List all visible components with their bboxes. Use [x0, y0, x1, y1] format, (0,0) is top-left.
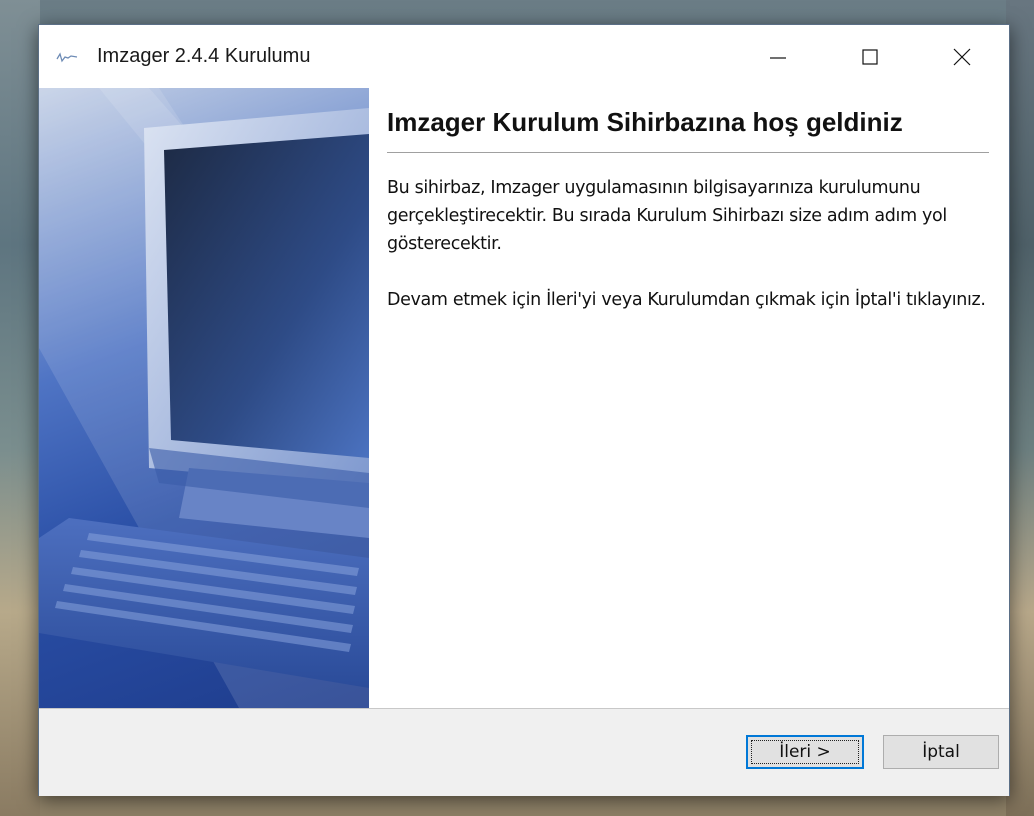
welcome-heading: Imzager Kurulum Sihirbazına hoş geldiniz: [387, 107, 903, 137]
minimize-icon: [770, 56, 786, 59]
welcome-content: Imzager Kurulum Sihirbazına hoş geldiniz…: [369, 88, 1009, 708]
close-button[interactable]: [916, 25, 1008, 88]
intro-paragraph: Bu sihirbaz, Imzager uygulamasının bilgi…: [387, 178, 947, 254]
wizard-banner-image: [39, 88, 369, 708]
desktop-background-left: [0, 0, 40, 816]
cancel-button-label: İptal: [922, 742, 960, 762]
installer-window: Imzager 2.4.4 Kurulumu Imzager Kurulum S…: [38, 24, 1010, 796]
window-title: Imzager 2.4.4 Kurulumu: [97, 45, 311, 67]
next-button[interactable]: İleri >: [746, 735, 864, 769]
minimize-button[interactable]: [732, 25, 824, 88]
maximize-button[interactable]: [824, 25, 916, 88]
button-bar: İleri > İptal: [39, 708, 1009, 796]
computer-illustration: [39, 88, 369, 708]
cancel-button[interactable]: İptal: [883, 735, 999, 769]
instruction-paragraph: Devam etmek için İleri'yi veya Kurulumda…: [387, 290, 986, 310]
desktop-background-right: [1006, 0, 1034, 816]
app-icon: [56, 52, 78, 63]
close-icon: [953, 48, 971, 65]
focus-rectangle: [751, 740, 859, 764]
maximize-icon: [862, 48, 878, 65]
heading-divider: [387, 152, 989, 153]
title-bar[interactable]: Imzager 2.4.4 Kurulumu: [39, 25, 1009, 88]
